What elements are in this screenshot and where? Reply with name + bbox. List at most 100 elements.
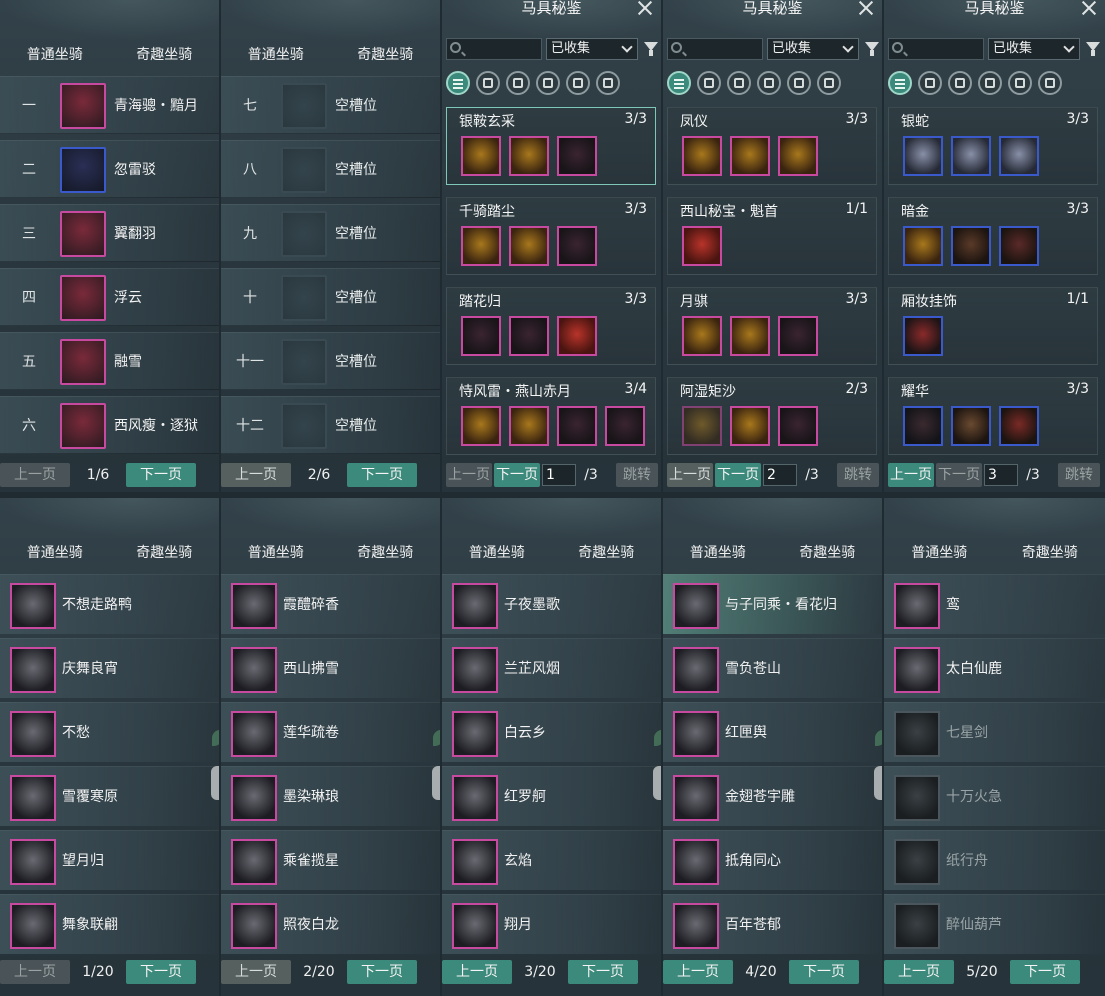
search-input[interactable] — [446, 38, 542, 60]
gear-set-card[interactable]: 凤仪 3/3 — [667, 107, 877, 185]
tab-normal-mounts[interactable]: 普通坐骑 — [663, 542, 773, 564]
list-item[interactable]: 西山拂雪 — [221, 638, 440, 698]
tab-normal-mounts[interactable]: 普通坐骑 — [0, 44, 110, 66]
bridle-gear-icon[interactable] — [903, 226, 943, 266]
ornament-category-icon[interactable] — [1038, 71, 1062, 95]
tab-fun-mounts[interactable]: 奇趣坐骑 — [110, 542, 220, 564]
list-item[interactable]: 照夜白龙 — [221, 894, 440, 954]
tab-normal-mounts[interactable]: 普通坐骑 — [221, 542, 331, 564]
list-item[interactable]: 抵角同心 — [663, 830, 882, 890]
list-item[interactable]: 雪负苍山 — [663, 638, 882, 698]
saddle-gear-icon[interactable] — [509, 316, 549, 356]
prev-page-button[interactable]: 上一页 — [0, 960, 70, 984]
bridle-gear-icon[interactable] — [903, 136, 943, 176]
list-item[interactable]: 七星剑 — [884, 702, 1105, 762]
armor-gear-icon[interactable] — [999, 226, 1039, 266]
next-page-button[interactable]: 下一页 — [715, 463, 761, 487]
ornament-gear-icon[interactable] — [903, 316, 943, 356]
mount-slot[interactable]: 十一 空槽位 — [221, 332, 440, 390]
saddle-gear-icon[interactable] — [730, 316, 770, 356]
bridle-gear-icon[interactable] — [461, 406, 501, 446]
horseshoe-category-icon[interactable] — [566, 71, 590, 95]
list-item[interactable]: 兰芷风烟 — [442, 638, 661, 698]
gear-set-card[interactable]: 厢妆挂饰 1/1 — [888, 287, 1098, 365]
next-page-button[interactable]: 下一页 — [936, 463, 982, 487]
list-item[interactable]: 十万火急 — [884, 766, 1105, 826]
next-page-button[interactable]: 下一页 — [347, 463, 417, 487]
armor-gear-icon[interactable] — [557, 406, 597, 446]
tab-normal-mounts[interactable]: 普通坐骑 — [0, 542, 110, 564]
filter-icon[interactable] — [865, 42, 879, 56]
bridle-category-icon[interactable] — [757, 71, 781, 95]
list-view-icon[interactable] — [446, 71, 470, 95]
ornament-gear-icon[interactable] — [605, 406, 645, 446]
grid-view-icon[interactable] — [476, 71, 500, 95]
armor-gear-icon[interactable] — [778, 136, 818, 176]
list-item[interactable]: 鸾 — [884, 574, 1105, 634]
bridle-gear-icon[interactable] — [461, 316, 501, 356]
mount-slot[interactable]: 三 翼翻羽 — [0, 204, 219, 262]
prev-page-button[interactable]: 上一页 — [221, 960, 291, 984]
tab-fun-mounts[interactable]: 奇趣坐骑 — [331, 542, 441, 564]
mount-slot[interactable]: 四 浮云 — [0, 268, 219, 326]
tab-fun-mounts[interactable]: 奇趣坐骑 — [552, 542, 662, 564]
list-item[interactable]: 雪覆寒原 — [0, 766, 219, 826]
saddle-gear-icon[interactable] — [951, 136, 991, 176]
gear-set-card[interactable]: 银鞍玄采 3/3 — [446, 107, 656, 185]
saddle-gear-icon[interactable] — [730, 136, 770, 176]
mount-slot[interactable]: 六 西风瘦・逐狱 — [0, 396, 219, 454]
ornament-category-icon[interactable] — [817, 71, 841, 95]
mount-slot[interactable]: 二 忽雷驳 — [0, 140, 219, 198]
filter-icon[interactable] — [644, 42, 658, 56]
mount-slot[interactable]: 八 空槽位 — [221, 140, 440, 198]
horseshoe-category-icon[interactable] — [1008, 71, 1032, 95]
tab-fun-mounts[interactable]: 奇趣坐骑 — [110, 44, 220, 66]
list-item[interactable]: 墨染琳琅 — [221, 766, 440, 826]
mount-slot[interactable]: 十 空槽位 — [221, 268, 440, 326]
collection-filter-dropdown[interactable]: 已收集 — [988, 38, 1080, 60]
armor-gear-icon[interactable] — [999, 406, 1039, 446]
saddle-gear-icon[interactable] — [730, 406, 770, 446]
saddle-category-icon[interactable] — [948, 71, 972, 95]
saddle-gear-icon[interactable] — [509, 226, 549, 266]
gear-set-card[interactable]: 暗金 3/3 — [888, 197, 1098, 275]
prev-page-button[interactable]: 上一页 — [884, 960, 954, 984]
mount-slot[interactable]: 一 青海骢・黯月 — [0, 76, 219, 134]
jump-button[interactable]: 跳转 — [616, 463, 658, 487]
grid-view-icon[interactable] — [918, 71, 942, 95]
list-item[interactable]: 玄焰 — [442, 830, 661, 890]
list-item[interactable]: 子夜墨歌 — [442, 574, 661, 634]
list-item[interactable]: 莲华疏卷 — [221, 702, 440, 762]
banner-gear-icon[interactable] — [682, 226, 722, 266]
bridle-category-icon[interactable] — [978, 71, 1002, 95]
next-page-button[interactable]: 下一页 — [789, 960, 859, 984]
list-item[interactable]: 白云乡 — [442, 702, 661, 762]
mount-slot[interactable]: 九 空槽位 — [221, 204, 440, 262]
filter-icon[interactable] — [1086, 42, 1100, 56]
gear-set-card[interactable]: 西山秘宝・魁首 1/1 — [667, 197, 877, 275]
list-item[interactable]: 与子同乘・看花归 — [663, 574, 882, 634]
jump-button[interactable]: 跳转 — [837, 463, 879, 487]
list-item[interactable]: 翔月 — [442, 894, 661, 954]
page-number-input[interactable]: 1 — [542, 464, 576, 486]
tab-normal-mounts[interactable]: 普通坐骑 — [442, 542, 552, 564]
armor-gear-icon[interactable] — [557, 226, 597, 266]
search-input[interactable] — [667, 38, 763, 60]
armor-gear-icon[interactable] — [778, 316, 818, 356]
saddle-category-icon[interactable] — [506, 71, 530, 95]
prev-page-button[interactable]: 上一页 — [663, 960, 733, 984]
page-number-input[interactable]: 2 — [763, 464, 797, 486]
list-item[interactable]: 红罗舸 — [442, 766, 661, 826]
next-page-button[interactable]: 下一页 — [568, 960, 638, 984]
gear-set-card[interactable]: 千骑踏尘 3/3 — [446, 197, 656, 275]
gear-set-card[interactable]: 月骐 3/3 — [667, 287, 877, 365]
next-page-button[interactable]: 下一页 — [126, 960, 196, 984]
grid-view-icon[interactable] — [697, 71, 721, 95]
search-input[interactable] — [888, 38, 984, 60]
list-item[interactable]: 金翅苍宇雕 — [663, 766, 882, 826]
saddle-gear-icon[interactable] — [951, 226, 991, 266]
list-item[interactable]: 百年苍郁 — [663, 894, 882, 954]
close-icon[interactable] — [1081, 0, 1097, 16]
prev-page-button[interactable]: 上一页 — [667, 463, 713, 487]
list-item[interactable]: 望月归 — [0, 830, 219, 890]
